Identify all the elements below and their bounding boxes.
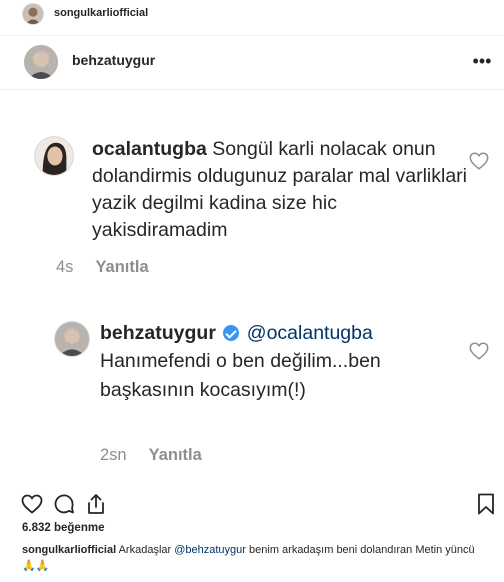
owner-username[interactable]: songulkarliofficial: [54, 7, 148, 19]
verified-badge-icon: [223, 325, 240, 341]
post-username[interactable]: behzatuygur: [72, 52, 155, 68]
heart-outline-icon[interactable]: [468, 340, 490, 362]
caption-mention[interactable]: @behzatuygur: [174, 544, 246, 556]
reply-meta: 2sn Yanıtla: [100, 446, 202, 465]
comment-text: ocalantugba Songül karli nolacak onun do…: [92, 136, 467, 244]
comment-meta: 4s Yanıtla: [56, 258, 149, 277]
reply-avatar[interactable]: [54, 321, 90, 357]
heart-outline-icon[interactable]: [20, 492, 44, 516]
ellipsis-icon[interactable]: •••: [470, 49, 494, 73]
heart-outline-icon[interactable]: [468, 150, 490, 172]
comment-time: 4s: [56, 258, 74, 276]
caption-username[interactable]: songulkarliofficial: [22, 544, 116, 556]
share-icon[interactable]: [84, 492, 108, 516]
reply-username[interactable]: behzatuygur: [100, 322, 216, 344]
bookmark-icon[interactable]: [474, 492, 498, 516]
praying-hands-icon: 🙏🙏: [22, 560, 50, 572]
caption-text-before: Arkadaşlar: [118, 544, 172, 556]
reply-body: Hanımefendi o ben değilim...ben başkasın…: [100, 350, 381, 401]
reply-button[interactable]: Yanıtla: [149, 446, 202, 464]
comment-icon[interactable]: [52, 492, 76, 516]
reply-time: 2sn: [100, 446, 127, 464]
comment-avatar[interactable]: [34, 136, 74, 176]
comment-username[interactable]: ocalantugba: [92, 138, 207, 160]
caption: songulkarliofficial Arkadaşlar @behzatuy…: [22, 543, 492, 557]
caption-text-after: benim arkadaşım beni dolandıran Metin yü…: [249, 544, 475, 556]
owner-avatar[interactable]: [22, 3, 44, 25]
reply-button[interactable]: Yanıtla: [95, 258, 148, 276]
post-avatar[interactable]: [24, 45, 58, 79]
reply-header: behzatuygur @ocalantugba: [100, 320, 460, 347]
likes-count[interactable]: 6.832 beğenme: [22, 522, 104, 534]
reply-mention[interactable]: @ocalantugba: [247, 322, 373, 344]
